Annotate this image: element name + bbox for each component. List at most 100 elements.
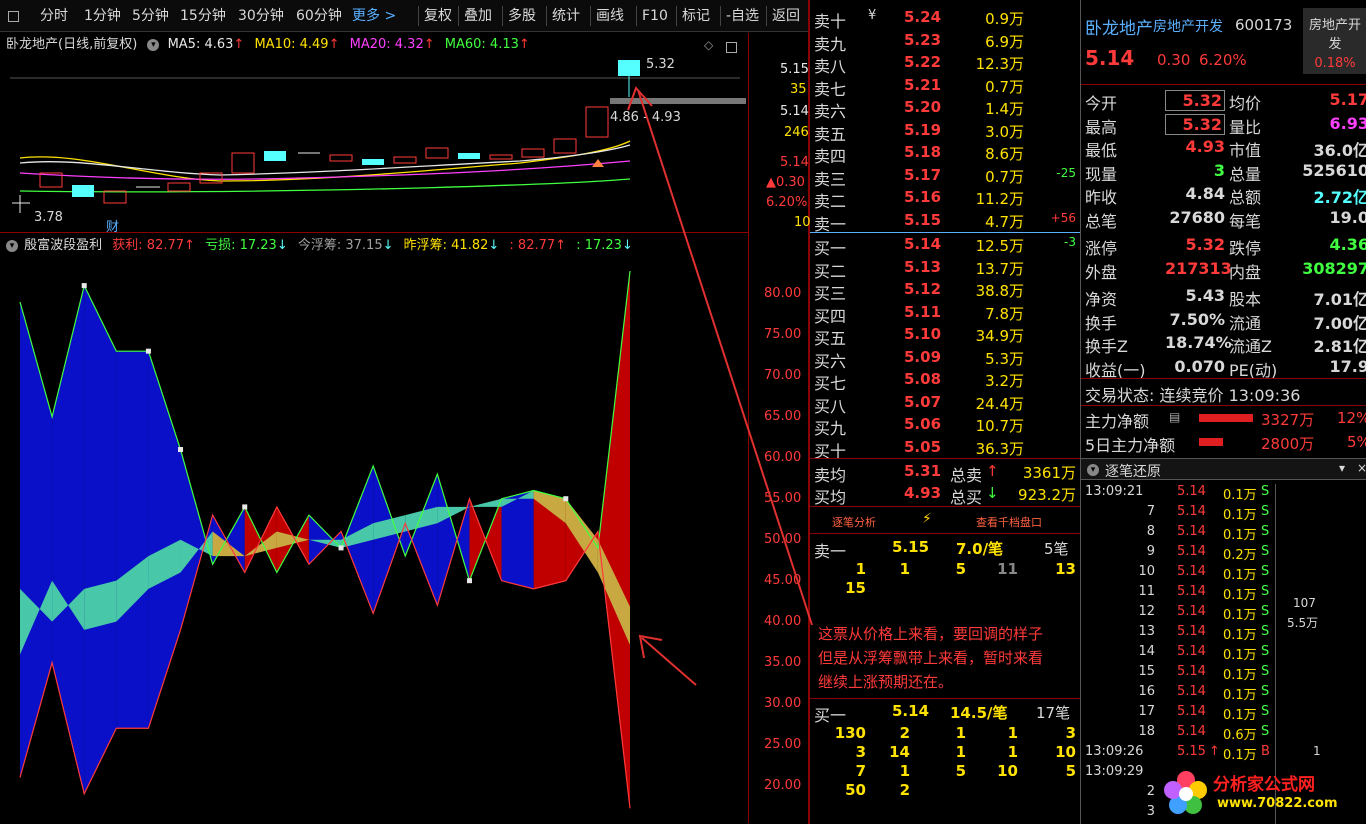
lightning-icon[interactable]: ⚡ — [922, 511, 932, 527]
annotation-arrow-line — [637, 89, 813, 626]
finance-marker[interactable]: 财 — [106, 216, 119, 235]
sell-level-row[interactable]: 卖十 5.24 ¥0.9万 — [810, 6, 1080, 31]
buy-level-row[interactable]: 买五 5.10 34.9万 — [810, 323, 1080, 348]
buy-level-row[interactable]: 买一 5.14 12.5万 -3 — [810, 233, 1080, 258]
toolbar-mark-button[interactable]: 标记 — [676, 6, 710, 26]
sell-level-row[interactable]: 卖五 5.19 3.0万 — [810, 119, 1080, 144]
quote-value: 7.00亿 — [1313, 313, 1366, 333]
book-tabs: 逐笔分析 ⚡ 查看千档盘口 — [810, 506, 1080, 534]
ribbon-segment — [501, 490, 534, 589]
toolbar-tab-60min[interactable]: 60分钟 — [296, 6, 342, 26]
sell1-count: 5笔 — [1044, 540, 1069, 558]
buy-level-row[interactable]: 买八 5.07 24.4万 — [810, 391, 1080, 416]
candle — [231, 152, 255, 174]
sell-level-row[interactable]: 卖八 5.22 12.3万 — [810, 51, 1080, 76]
high-label: 5.32 — [646, 57, 675, 72]
tick-volume: 0.6万 — [1223, 728, 1257, 743]
toolbar-back-button[interactable]: 返回 — [766, 6, 800, 26]
sell-level-row[interactable]: 卖一 5.15 4.7万 +56 — [810, 209, 1080, 234]
toolbar-adjust-button[interactable]: 复权 — [418, 6, 452, 26]
candle — [489, 154, 513, 160]
level-volume: 13.7万 — [975, 259, 1024, 278]
tick-bar-unit: 1 — [1313, 744, 1321, 758]
buy-level-row[interactable]: 买十 5.05 36.3万 — [810, 436, 1080, 461]
sell-level-row[interactable]: 卖二 5.16 11.2万 — [810, 186, 1080, 211]
level-delta: -25 — [1056, 165, 1076, 180]
quote-label: 收益(一) — [1085, 360, 1146, 380]
panel-toggle-icon[interactable] — [8, 9, 19, 24]
buy-level-row[interactable]: 买七 5.08 3.2万 — [810, 368, 1080, 393]
toolbar-stats-button[interactable]: 统计 — [546, 6, 580, 26]
quote-value: 6.93 — [1329, 113, 1366, 133]
sell1-queue-header: 卖一 5.15 7.0/笔 5笔 — [810, 536, 1080, 561]
loss-arrow: ↓ — [276, 238, 288, 253]
quote-value: 4.84 — [1185, 184, 1225, 203]
today-float-label: 今浮筹: 37.15 — [297, 238, 383, 253]
quote-value: 217313 — [1165, 258, 1232, 278]
info-divider — [1081, 378, 1366, 379]
quote-row: 最高 5.32 量比 6.93 — [1081, 113, 1366, 137]
level-price: 5.22 — [904, 53, 942, 71]
quote-value: 308297 — [1302, 258, 1366, 278]
value5-arrow: ↑ — [555, 238, 567, 253]
toolbar-draw-button[interactable]: 画线 — [590, 6, 624, 26]
ribbon-segment — [405, 474, 438, 606]
chevron-down-icon[interactable]: ▾ — [6, 239, 18, 252]
profit-point — [338, 545, 344, 551]
toolbar-more[interactable]: 更多 > — [352, 6, 396, 26]
tick-side: S — [1261, 724, 1270, 739]
sell-level-row[interactable]: 卖四 5.18 8.6万 — [810, 141, 1080, 166]
sector-badge[interactable]: 房地产开 发 0.18% — [1303, 8, 1366, 74]
annotation-text: 这票从价格上来看，要回调的样子 但是从浮筹飘带上来看，暂时来看 继续上涨预期还在… — [818, 622, 1080, 694]
tick-analysis-tab[interactable]: 逐笔分析 — [832, 514, 876, 530]
quote-value: 18.74% — [1165, 333, 1232, 352]
sell-total-arrow: ↑ — [986, 462, 999, 480]
buy-avg-label: 买均 — [814, 488, 847, 507]
chevron-down-icon[interactable]: ▾ — [1087, 462, 1099, 477]
candle — [458, 153, 480, 159]
tick-time: 3 — [1146, 804, 1155, 819]
buy-level-row[interactable]: 买三 5.12 38.8万 — [810, 278, 1080, 303]
level-volume: 24.4万 — [975, 394, 1024, 413]
filter-icon[interactable]: ▾ — [1339, 461, 1345, 475]
sell1-label: 卖一 — [814, 542, 847, 561]
buy-level-row[interactable]: 买二 5.13 13.7万 — [810, 256, 1080, 281]
tick-time: 13 — [1138, 624, 1155, 639]
tick-volume: 0.1万 — [1223, 528, 1257, 543]
depth-view-tab[interactable]: 查看千档盘口 — [976, 514, 1042, 530]
sell-level-row[interactable]: 卖三 5.17 0.7万 -25 — [810, 164, 1080, 189]
toolbar-tab-30min[interactable]: 30分钟 — [238, 6, 284, 26]
tick-volume: 0.1万 — [1223, 588, 1257, 603]
candle — [167, 182, 191, 192]
toolbar-f10-button[interactable]: F10 — [636, 6, 668, 26]
quote-value: 17.9 — [1329, 356, 1366, 376]
toolbar-multi-button[interactable]: 多股 — [502, 6, 536, 26]
loss-label: 亏损: 17.23 — [205, 238, 277, 253]
sell-level-row[interactable]: 卖七 5.21 0.7万 — [810, 74, 1080, 99]
float-band-segment — [84, 580, 117, 630]
sell-level-row[interactable]: 卖九 5.23 6.9万 — [810, 29, 1080, 54]
list-icon[interactable]: ▤ — [1169, 410, 1180, 424]
level-price: 5.24 — [904, 8, 942, 26]
toolbar-tab-5min[interactable]: 5分钟 — [132, 6, 169, 26]
sell-level-row[interactable]: 卖六 5.20 1.4万 — [810, 96, 1080, 121]
close-icon[interactable]: × — [1357, 461, 1366, 475]
quote-label: 换手 — [1085, 313, 1118, 333]
tick-price: 5.14 — [1177, 584, 1206, 599]
price-change-pct: 6.20% — [1199, 51, 1247, 69]
toolbar-tab-15min[interactable]: 15分钟 — [180, 6, 226, 26]
toolbar-tab-1min[interactable]: 1分钟 — [84, 6, 121, 26]
indicator-axis-label: 25.00 — [764, 736, 802, 752]
toolbar-watchlist-button[interactable]: -自选 — [720, 6, 759, 26]
buy-level-row[interactable]: 买六 5.09 5.3万 — [810, 346, 1080, 371]
buy-level-row[interactable]: 买九 5.06 10.7万 — [810, 413, 1080, 438]
toolbar-overlay-button[interactable]: 叠加 — [458, 6, 492, 26]
profit-point — [81, 283, 87, 289]
buy-level-row[interactable]: 买四 5.11 7.8万 — [810, 301, 1080, 326]
quote-value: 36.0亿 — [1313, 141, 1366, 160]
tick-price: 5.14 — [1177, 724, 1206, 739]
tick-price: 5.14 — [1177, 624, 1206, 639]
toolbar-tab-intraday[interactable]: 分时 — [40, 6, 68, 26]
tick-time: 11 — [1138, 584, 1155, 599]
tick-price: 5.14 — [1177, 564, 1206, 579]
